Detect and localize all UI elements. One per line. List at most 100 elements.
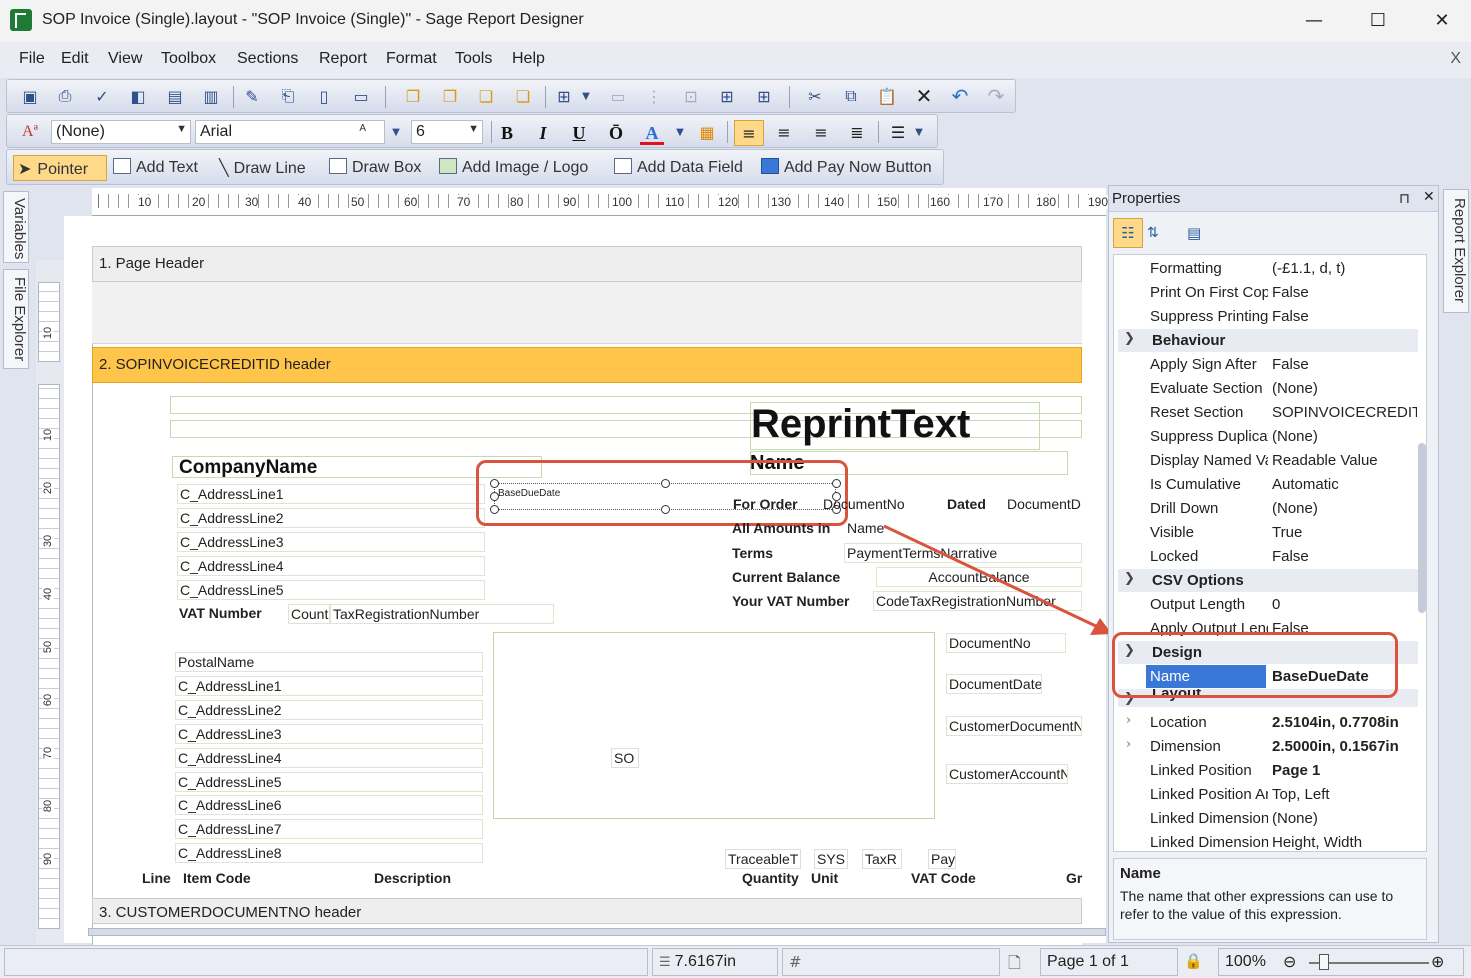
print-icon[interactable]: ⎙ <box>54 85 76 107</box>
property-row[interactable]: Linked Position Page 1 <box>1118 759 1418 782</box>
zoom-out-icon[interactable]: ⊖ <box>1283 952 1296 971</box>
paragraph-icon[interactable]: ☰ <box>887 121 909 143</box>
page-indicator[interactable]: Page 1 of 1 <box>1040 948 1178 976</box>
property-row[interactable]: Linked Dimension (None) <box>1118 807 1418 830</box>
underline-button[interactable]: U <box>567 121 591 145</box>
postal-address-line[interactable]: C_AddressLine7 <box>175 819 483 839</box>
draw-line-button[interactable]: ╲ Draw Line <box>215 155 310 181</box>
send-backward-icon[interactable]: ❐ <box>439 85 461 107</box>
postal-address-line[interactable]: C_AddressLine4 <box>175 748 483 768</box>
address-line[interactable]: C_AddressLine5 <box>177 580 485 600</box>
property-row[interactable]: › Dimension 2.5000in, 0.1567in <box>1118 735 1418 758</box>
lock-icon[interactable]: 🔒 <box>1184 952 1203 970</box>
menu-toolbox[interactable]: Toolbox <box>161 50 216 68</box>
address-line[interactable]: C_AddressLine3 <box>177 532 485 552</box>
font-color-dropdown-icon[interactable]: ▼ <box>674 121 686 143</box>
all-amounts-label[interactable]: All Amounts in <box>732 520 830 536</box>
your-vat-label[interactable]: Your VAT Number <box>732 593 849 609</box>
overline-button[interactable]: Ō <box>604 121 628 145</box>
right-document-date[interactable]: DocumentDate <box>946 674 1042 694</box>
postal-address-line[interactable]: C_AddressLine2 <box>175 700 483 720</box>
undo-icon[interactable]: ↶ <box>949 84 971 108</box>
copy-icon[interactable]: ⧉ <box>840 85 862 107</box>
style-select[interactable]: (None) ▼ <box>51 120 191 144</box>
postal-address-line[interactable]: C_AddressLine5 <box>175 772 483 792</box>
preview-icon[interactable]: ◧ <box>127 85 149 107</box>
save-icon[interactable]: ▣ <box>19 85 41 107</box>
property-row[interactable]: Linked Position AnchorTop, Left <box>1118 783 1418 806</box>
sys-field[interactable]: SYS <box>814 849 848 869</box>
terms-label[interactable]: Terms <box>732 545 773 561</box>
add-data-field-button[interactable]: Add Data Field <box>610 155 747 181</box>
send-back-icon[interactable]: ❏ <box>512 85 534 107</box>
font-color-button[interactable]: A <box>640 121 664 145</box>
postal-address-line[interactable]: C_AddressLine8 <box>175 843 483 863</box>
taxr-field[interactable]: TaxR <box>862 849 902 869</box>
property-row[interactable]: Evaluate Section (None) <box>1118 377 1418 400</box>
menu-edit[interactable]: Edit <box>61 50 89 68</box>
property-row[interactable]: Suppress Duplicates(None) <box>1118 425 1418 448</box>
right-customer-account[interactable]: CustomerAccountNumber <box>946 764 1068 784</box>
section-invoice-header[interactable]: 2. SOPINVOICECREDITID header <box>92 347 1082 383</box>
column-description[interactable]: Description <box>374 870 451 886</box>
menu-file[interactable]: File <box>19 50 45 68</box>
vat-number-label[interactable]: VAT Number <box>179 605 262 621</box>
property-grid-scrollbar[interactable] <box>1418 443 1426 613</box>
column-unit[interactable]: Unit <box>811 870 838 886</box>
properties-close-icon[interactable]: ✕ <box>1423 189 1435 205</box>
size-select[interactable]: 6 ▼ <box>411 120 483 144</box>
traceable-field[interactable]: TraceableT <box>725 849 801 869</box>
category-csv-options[interactable]: ❯ CSV Options <box>1118 569 1418 592</box>
menu-view[interactable]: View <box>108 50 142 68</box>
bring-forward-icon[interactable]: ❐ <box>402 85 424 107</box>
add-text-button[interactable]: Add Text <box>109 155 202 181</box>
align-left-icon[interactable]: ≡ <box>734 120 764 146</box>
document-icon[interactable]: ⎗ <box>277 85 299 107</box>
bold-button[interactable]: B <box>495 121 519 145</box>
column-item-code[interactable]: Item Code <box>183 870 251 886</box>
delete-icon[interactable]: ✕ <box>913 84 935 108</box>
column-vat-code[interactable]: VAT Code <box>911 870 976 886</box>
zoom-in-icon[interactable]: ⊕ <box>1431 952 1444 971</box>
address-line[interactable]: C_AddressLine2 <box>177 508 485 528</box>
align-dropdown-icon[interactable]: ▼ <box>580 85 592 107</box>
draw-box-button[interactable]: Draw Box <box>325 155 425 181</box>
paste-icon[interactable]: 📋 <box>876 85 898 107</box>
add-image-button[interactable]: Add Image / Logo <box>435 155 592 181</box>
property-row[interactable]: › Location 2.5104in, 0.7708in <box>1118 711 1418 734</box>
categorized-view-icon[interactable]: ☷ <box>1113 218 1143 248</box>
postal-name-field[interactable]: PostalName <box>175 652 483 672</box>
address-line[interactable]: C_AddressLine4 <box>177 556 485 576</box>
vat-country-field[interactable]: Count <box>288 604 330 624</box>
menu-report[interactable]: Report <box>319 50 367 68</box>
reprint-text[interactable]: ReprintText <box>751 402 970 447</box>
property-row[interactable]: Drill Down (None) <box>1118 497 1418 520</box>
font-select[interactable]: Arial A <box>195 120 385 144</box>
postal-address-line[interactable]: C_AddressLine6 <box>175 795 483 815</box>
font-dropdown-icon[interactable]: ▼ <box>389 121 403 143</box>
spellcheck-icon[interactable]: ✓ <box>91 85 113 107</box>
property-row[interactable]: Display Named ValueReadable Value <box>1118 449 1418 472</box>
property-row[interactable]: Apply Sign After False <box>1118 353 1418 376</box>
align-center-icon[interactable]: ≡ <box>773 121 795 143</box>
maximize-button[interactable]: ☐ <box>1346 0 1410 40</box>
menu-format[interactable]: Format <box>386 50 437 68</box>
document-date-field[interactable]: DocumentD <box>1004 494 1082 514</box>
dated-label[interactable]: Dated <box>947 496 986 512</box>
italic-button[interactable]: I <box>531 121 555 145</box>
property-row[interactable]: Is Cumulative Automatic <box>1118 473 1418 496</box>
horizontal-scrollbar[interactable] <box>88 928 1106 936</box>
vat-registration-field[interactable]: TaxRegistrationNumber <box>330 604 554 624</box>
property-row[interactable]: Linked Dimension ModeHeight, Width <box>1118 831 1418 851</box>
export-icon[interactable]: ▤ <box>164 85 186 107</box>
minimize-button[interactable]: — <box>1282 0 1346 40</box>
property-row[interactable]: Print On First Copy False <box>1118 281 1418 304</box>
paragraph-dropdown-icon[interactable]: ▼ <box>913 121 925 143</box>
current-balance-label[interactable]: Current Balance <box>732 569 840 585</box>
color-grid-icon[interactable]: ▦ <box>696 121 718 143</box>
property-row[interactable]: Suppress Printing False <box>1118 305 1418 328</box>
menu-help[interactable]: Help <box>512 50 545 68</box>
tab-file-explorer[interactable]: File Explorer <box>3 269 29 369</box>
tab-report-explorer[interactable]: Report Explorer <box>1443 189 1469 313</box>
pdf-icon[interactable]: ▯ <box>313 85 335 107</box>
